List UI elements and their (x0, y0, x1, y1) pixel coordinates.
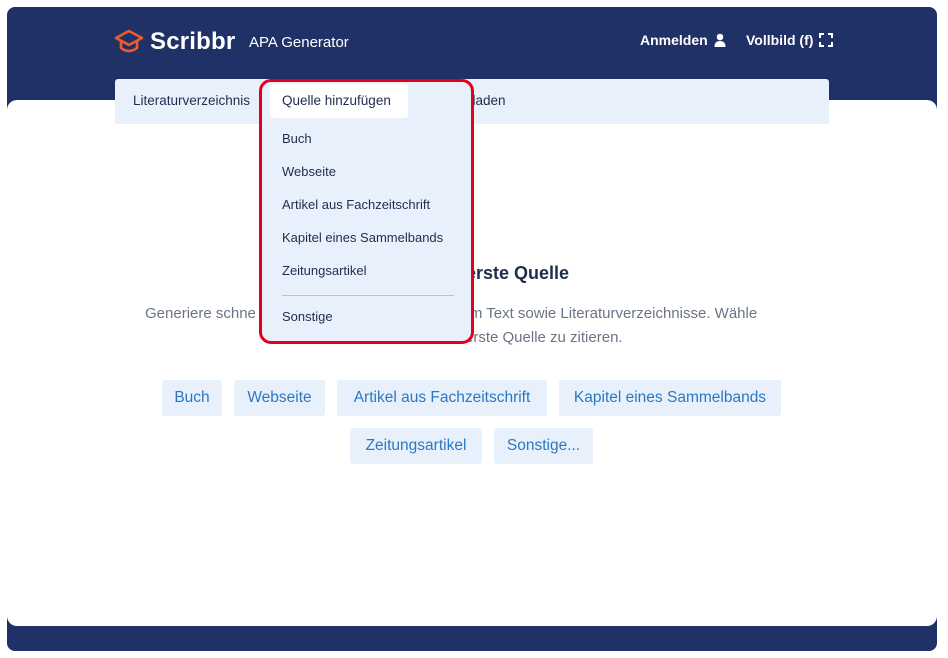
dropdown-item-artikel[interactable]: Artikel aus Fachzeitschrift (282, 197, 430, 212)
source-button-buch[interactable]: Buch (162, 380, 222, 416)
source-button-artikel[interactable]: Artikel aus Fachzeitschrift (337, 380, 547, 416)
empty-state-heading: erste Quelle (466, 263, 570, 283)
description-text: Generiere schne (145, 305, 256, 322)
graduation-cap-icon (114, 29, 144, 53)
dropdown-item-zeitungsartikel[interactable]: Zeitungsartikel (282, 263, 367, 278)
logo-text: Scribbr (150, 28, 236, 55)
login-button[interactable]: Anmelden (640, 32, 726, 48)
dropdown-item-sonstige[interactable]: Sonstige (282, 309, 333, 324)
dropdown-item-webseite[interactable]: Webseite (282, 164, 336, 179)
dropdown-item-buch[interactable]: Buch (282, 131, 312, 146)
dropdown-divider (282, 295, 454, 296)
source-button-sonstige[interactable]: Sonstige... (494, 428, 593, 464)
source-button-webseite[interactable]: Webseite (234, 380, 325, 416)
description-text: n im Text sowie Literaturverzeichnisse. … (454, 305, 758, 322)
fullscreen-button[interactable]: Vollbild (f) (746, 32, 834, 48)
add-source-dropdown (262, 82, 472, 342)
content-card (7, 100, 937, 626)
dropdown-item-kapitel[interactable]: Kapitel eines Sammelbands (282, 230, 443, 245)
tab-literaturverzeichnis[interactable]: Literaturverzeichnis (133, 93, 250, 108)
source-button-kapitel[interactable]: Kapitel eines Sammelbands (559, 380, 781, 416)
user-icon (714, 33, 726, 47)
login-label: Anmelden (640, 32, 708, 48)
scribbr-logo[interactable]: Scribbr (114, 28, 235, 56)
app-title: APA Generator (249, 34, 349, 51)
fullscreen-label: Vollbild (f) (746, 32, 814, 48)
source-button-zeitungsartikel[interactable]: Zeitungsartikel (350, 428, 482, 464)
expand-icon (819, 33, 834, 47)
description-text: erste Quelle zu zitieren. (465, 329, 623, 346)
tab-bar: Literaturverzeichnis Herunterladen (115, 79, 829, 124)
tab-quelle-hinzufuegen[interactable]: Quelle hinzufügen (270, 84, 408, 118)
